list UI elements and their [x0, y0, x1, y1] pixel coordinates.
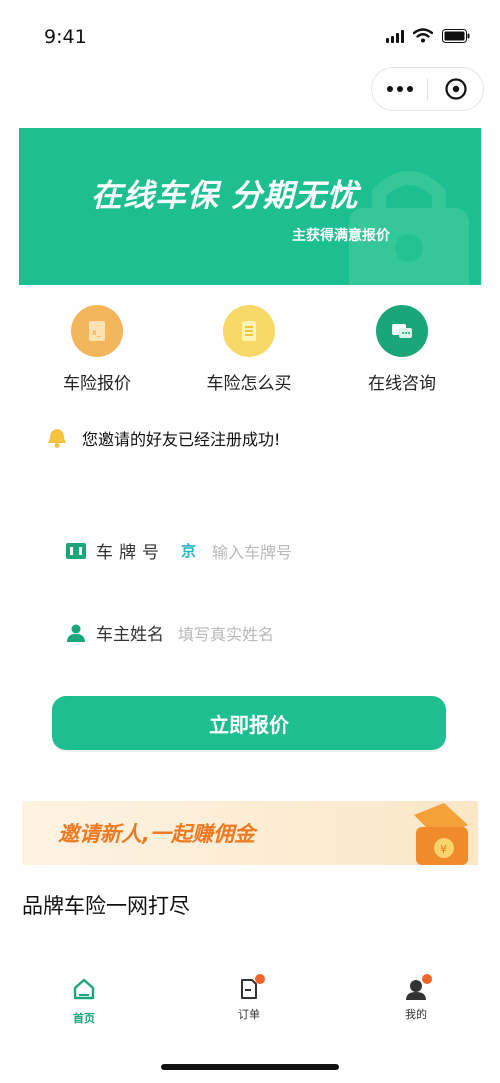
notice-bar: 您邀请的好友已经注册成功! [46, 426, 280, 450]
owner-name-input[interactable]: 填写真实姓名 [178, 621, 274, 645]
plate-icon [66, 542, 86, 559]
close-miniprogram-button[interactable] [428, 77, 483, 101]
home-icon [73, 978, 95, 1000]
feature-consult-label: 在线咨询 [368, 374, 436, 394]
chat-icon [376, 305, 428, 357]
status-time: 9:41 [44, 26, 87, 48]
target-icon [444, 78, 467, 100]
owner-label: 车主姓名 [96, 625, 164, 645]
tab-home-label: 首页 [73, 1012, 95, 1025]
section-title: 品牌车险一网打尽 [22, 894, 190, 918]
feature-quote[interactable]: x_ 车险报价 [37, 305, 157, 394]
notice-text: 您邀请的好友已经注册成功! [82, 430, 281, 449]
feature-how-to-buy-label: 车险怎么买 [206, 374, 292, 394]
profile-badge [422, 974, 432, 984]
more-button[interactable] [372, 86, 427, 92]
status-icons [386, 28, 470, 43]
bell-icon [48, 429, 66, 448]
orders-badge [255, 974, 265, 984]
home-indicator [161, 1064, 339, 1070]
signal-icon [386, 29, 404, 43]
svg-text:x_: x_ [92, 328, 102, 337]
invite-promo-banner[interactable]: 邀请新人,一起赚佣金 ¥ [22, 801, 478, 865]
wifi-icon [413, 28, 433, 43]
tab-orders[interactable]: 订单 [209, 974, 289, 1022]
banner-subtitle: 主获得满意报价 [292, 228, 390, 244]
plate-input[interactable]: 输入车牌号 [212, 539, 292, 563]
tab-orders-label: 订单 [238, 1008, 260, 1021]
red-envelope-icon: ¥ [414, 803, 468, 865]
banner-title: 在线车保 分期无忧 [91, 178, 359, 214]
get-quote-button[interactable]: 立即报价 [52, 696, 446, 750]
owner-row: 车主姓名 填写真实姓名 [66, 620, 274, 645]
battery-icon [442, 28, 470, 43]
svg-text:¥: ¥ [440, 843, 447, 856]
plate-prefix-selector[interactable]: 京 [181, 540, 196, 561]
plate-row: 车牌号 京 输入车牌号 [66, 538, 292, 563]
plate-label: 车牌号 [96, 543, 165, 563]
miniprogram-capsule [371, 67, 484, 111]
feature-quote-label: 车险报价 [63, 374, 131, 394]
tab-profile-label: 我的 [405, 1008, 427, 1021]
feature-consult[interactable]: 在线咨询 [342, 305, 462, 394]
document-icon [223, 305, 275, 357]
tab-home[interactable]: 首页 [44, 978, 124, 1026]
feature-how-to-buy[interactable]: 车险怎么买 [189, 305, 309, 394]
user-icon [67, 624, 85, 642]
tab-profile[interactable]: 我的 [376, 974, 456, 1022]
promo-text: 邀请新人,一起赚佣金 [58, 822, 255, 846]
quote-icon: x_ [71, 305, 123, 357]
promo-banner[interactable]: 在线车保 分期无忧 主获得满意报价 [19, 128, 481, 285]
